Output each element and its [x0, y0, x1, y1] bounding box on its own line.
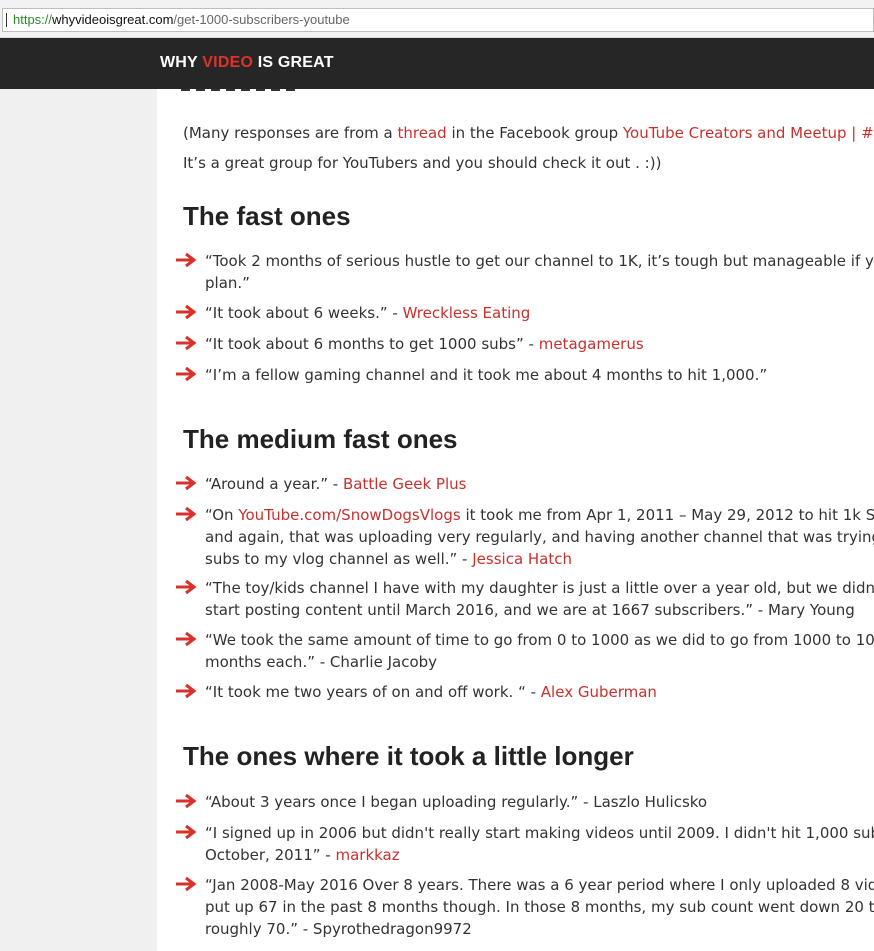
- quote-text: “On YouTube.com/SnowDogsVlogs it took me…: [205, 506, 874, 568]
- address-bar[interactable]: https://whyvideoisgreat.com/get-1000-sub…: [2, 8, 874, 32]
- section-heading-fast: The fast ones: [183, 201, 351, 231]
- section-heading-little-longer: The ones where it took a little longer: [183, 741, 634, 771]
- browser-address-bar-area: https://whyvideoisgreat.com/get-1000-sub…: [0, 0, 874, 38]
- right-arrow-icon: [176, 252, 197, 268]
- logo-text-video: VIDEO: [202, 54, 254, 71]
- logo-text-is-great: IS GREAT: [253, 54, 334, 71]
- text-cursor: [6, 13, 7, 27]
- thread-link[interactable]: thread: [398, 124, 447, 142]
- quote-text: “Around a year.” - Battle Geek Plus: [205, 475, 467, 493]
- author-link[interactable]: markkaz: [335, 846, 399, 864]
- right-arrow-icon: [176, 631, 197, 647]
- intro-line-2: It’s a great group for YouTubers and you…: [183, 154, 662, 172]
- quote-text: “It took about 6 months to get 1000 subs…: [205, 335, 644, 353]
- logo-text-why: WHY: [160, 54, 203, 71]
- right-arrow-icon: [176, 876, 197, 892]
- facebook-group-link[interactable]: YouTube Creators and Meetup | #: [623, 124, 874, 142]
- quote-text: “It took about 6 weeks.” - Wreckless Eat…: [205, 304, 531, 322]
- right-arrow-icon: [176, 579, 197, 595]
- section-heading-medium-fast: The medium fast ones: [183, 424, 458, 454]
- right-arrow-icon: [176, 475, 197, 491]
- url-protocol: https://: [13, 12, 53, 27]
- right-arrow-icon: [176, 793, 197, 809]
- article-content: (Many responses are from a thread in the…: [157, 89, 874, 951]
- site-header: WHY VIDEO IS GREAT: [0, 38, 874, 89]
- quote-text: “It took me two years of on and off work…: [205, 683, 657, 701]
- right-arrow-icon: [176, 506, 197, 522]
- url-host: whyvideoisgreat.com: [52, 12, 174, 27]
- site-logo[interactable]: WHY VIDEO IS GREAT: [160, 54, 334, 72]
- right-arrow-icon: [176, 304, 197, 320]
- author-link[interactable]: Alex Guberman: [541, 683, 657, 701]
- author-link[interactable]: Wreckless Eating: [403, 304, 531, 322]
- author-link[interactable]: Battle Geek Plus: [343, 475, 466, 493]
- right-arrow-icon: [176, 335, 197, 351]
- url-text[interactable]: https://whyvideoisgreat.com/get-1000-sub…: [13, 12, 350, 28]
- quote-text: “About 3 years once I began uploading re…: [205, 793, 708, 811]
- url-path: /get-1000-subscribers-youtube: [173, 12, 350, 27]
- quote-text: “Took 2 months of serious hustle to get …: [205, 252, 874, 292]
- quote-text: “I’m a fellow gaming channel and it took…: [205, 366, 768, 384]
- clipped-heading-fragment: [181, 89, 341, 91]
- intro-line-1: (Many responses are from a thread in the…: [183, 124, 874, 142]
- quote-text: “I signed up in 2006 but didn't really s…: [205, 824, 874, 864]
- channel-link[interactable]: YouTube.com/SnowDogsVlogs: [238, 506, 460, 524]
- right-arrow-icon: [176, 683, 197, 699]
- quote-text: “We took the same amount of time to go f…: [205, 631, 874, 671]
- right-arrow-icon: [176, 824, 197, 840]
- quote-text: “The toy/kids channel I have with my dau…: [205, 579, 874, 619]
- author-link[interactable]: metagamerus: [539, 335, 644, 353]
- right-arrow-icon: [176, 366, 197, 382]
- quote-text: “Jan 2008-May 2016 Over 8 years. There w…: [205, 876, 874, 938]
- author-link[interactable]: Jessica Hatch: [472, 550, 572, 568]
